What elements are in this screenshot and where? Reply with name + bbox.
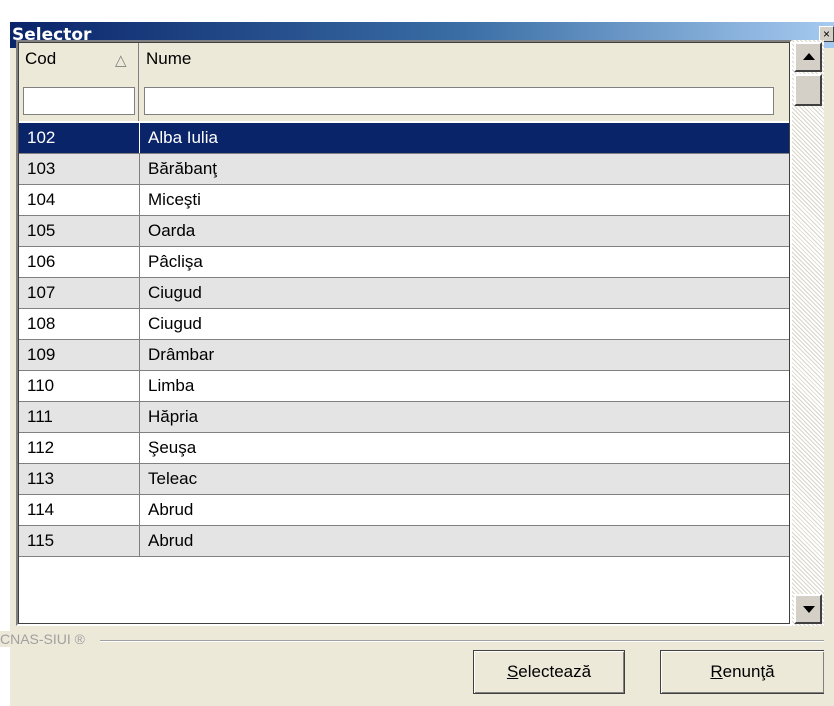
table-row[interactable]: 111 Hăpria — [19, 402, 789, 433]
cell-cod: 103 — [27, 159, 56, 178]
sort-up-icon: △ — [115, 52, 127, 69]
cell-nume: Şeuşa — [148, 438, 197, 457]
column-header-label: Nume — [146, 49, 192, 68]
column-divider — [139, 309, 140, 339]
cancel-mnemonic: R — [710, 662, 723, 681]
cell-nume: Teleac — [148, 469, 198, 488]
cell-cod: 111 — [27, 407, 53, 426]
column-divider — [139, 278, 140, 308]
table-row[interactable]: 107 Ciugud — [19, 278, 789, 309]
cell-cod: 110 — [27, 376, 55, 395]
cell-cod: 104 — [27, 190, 56, 209]
table-row[interactable]: 112 Şeuşa — [19, 433, 789, 464]
table-row[interactable]: 102 Alba Iulia — [19, 123, 789, 154]
column-divider — [139, 371, 140, 401]
column-divider — [139, 247, 140, 277]
arrow-up-icon — [803, 53, 815, 60]
cancel-label: enunţă — [722, 662, 775, 681]
column-header-label: Cod — [25, 49, 57, 68]
filter-cod-input[interactable] — [23, 87, 135, 115]
column-divider — [139, 495, 140, 525]
cell-nume: Limba — [148, 376, 195, 395]
column-divider — [139, 402, 140, 432]
grid-rows: 102 Alba Iulia 103 Bărăbanţ 104 Miceşti 105 Oar… — [19, 123, 789, 557]
cell-cod: 108 — [27, 314, 56, 333]
cell-cod: 107 — [27, 283, 56, 302]
table-row[interactable]: 115 Abrud — [19, 526, 789, 557]
scroll-thumb[interactable] — [794, 74, 822, 106]
cell-cod: 102 — [27, 128, 56, 147]
table-row[interactable]: 105 Oarda — [19, 216, 789, 247]
cell-cod: 113 — [27, 469, 55, 488]
table-row[interactable]: 110 Limba — [19, 371, 789, 402]
table-row[interactable]: 104 Miceşti — [19, 185, 789, 216]
close-icon: × — [822, 27, 830, 41]
cell-cod: 112 — [27, 438, 55, 457]
column-divider — [139, 464, 140, 494]
table-row[interactable]: 108 Ciugud — [19, 309, 789, 340]
table-row[interactable]: 113 Teleac — [19, 464, 789, 495]
cancel-button[interactable]: Renunţă — [660, 650, 824, 694]
grid-header: Cod △ Nume — [19, 43, 789, 121]
cell-cod: 105 — [27, 221, 56, 240]
scroll-up-button[interactable] — [794, 42, 822, 72]
column-divider — [139, 433, 140, 463]
cell-nume: Pâclişa — [148, 252, 203, 271]
select-label: electează — [518, 662, 592, 681]
column-divider — [139, 340, 140, 370]
cell-nume: Ciugud — [148, 283, 202, 302]
table-row[interactable]: 114 Abrud — [19, 495, 789, 526]
cell-cod: 109 — [27, 345, 56, 364]
cell-nume: Drâmbar — [148, 345, 215, 364]
table-row[interactable]: 109 Drâmbar — [19, 340, 789, 371]
brand-label: CNAS-SIUI ® — [0, 631, 89, 647]
column-divider — [139, 216, 140, 246]
arrow-down-icon — [803, 606, 815, 613]
cell-cod: 106 — [27, 252, 56, 271]
cell-nume: Alba Iulia — [148, 128, 218, 147]
table-row[interactable]: 103 Bărăbanţ — [19, 154, 789, 185]
select-mnemonic: S — [506, 662, 519, 681]
filter-nume-input[interactable] — [144, 87, 774, 115]
column-divider — [139, 526, 140, 556]
column-divider — [139, 154, 140, 184]
cell-nume: Oarda — [148, 221, 196, 240]
column-divider — [139, 123, 140, 153]
cell-nume: Abrud — [148, 531, 194, 550]
cell-nume: Abrud — [148, 500, 194, 519]
cell-nume: Hăpria — [148, 407, 199, 426]
column-header-cod[interactable]: Cod △ — [19, 43, 139, 121]
cell-nume: Ciugud — [148, 314, 202, 333]
footer-divider — [100, 640, 824, 642]
column-divider — [139, 185, 140, 215]
scroll-down-button[interactable] — [794, 594, 822, 624]
select-button[interactable]: Selectează — [473, 650, 625, 694]
cell-cod: 114 — [27, 500, 55, 519]
table-row[interactable]: 106 Pâclişa — [19, 247, 789, 278]
data-grid: Cod △ Nume 102 Alba Iulia 103 Bărăbanţ 104 Mi… — [16, 40, 792, 626]
cell-nume: Miceşti — [148, 190, 201, 209]
cell-cod: 115 — [27, 531, 55, 550]
cell-nume: Bărăbanţ — [148, 159, 217, 178]
vertical-scrollbar[interactable] — [792, 40, 824, 626]
